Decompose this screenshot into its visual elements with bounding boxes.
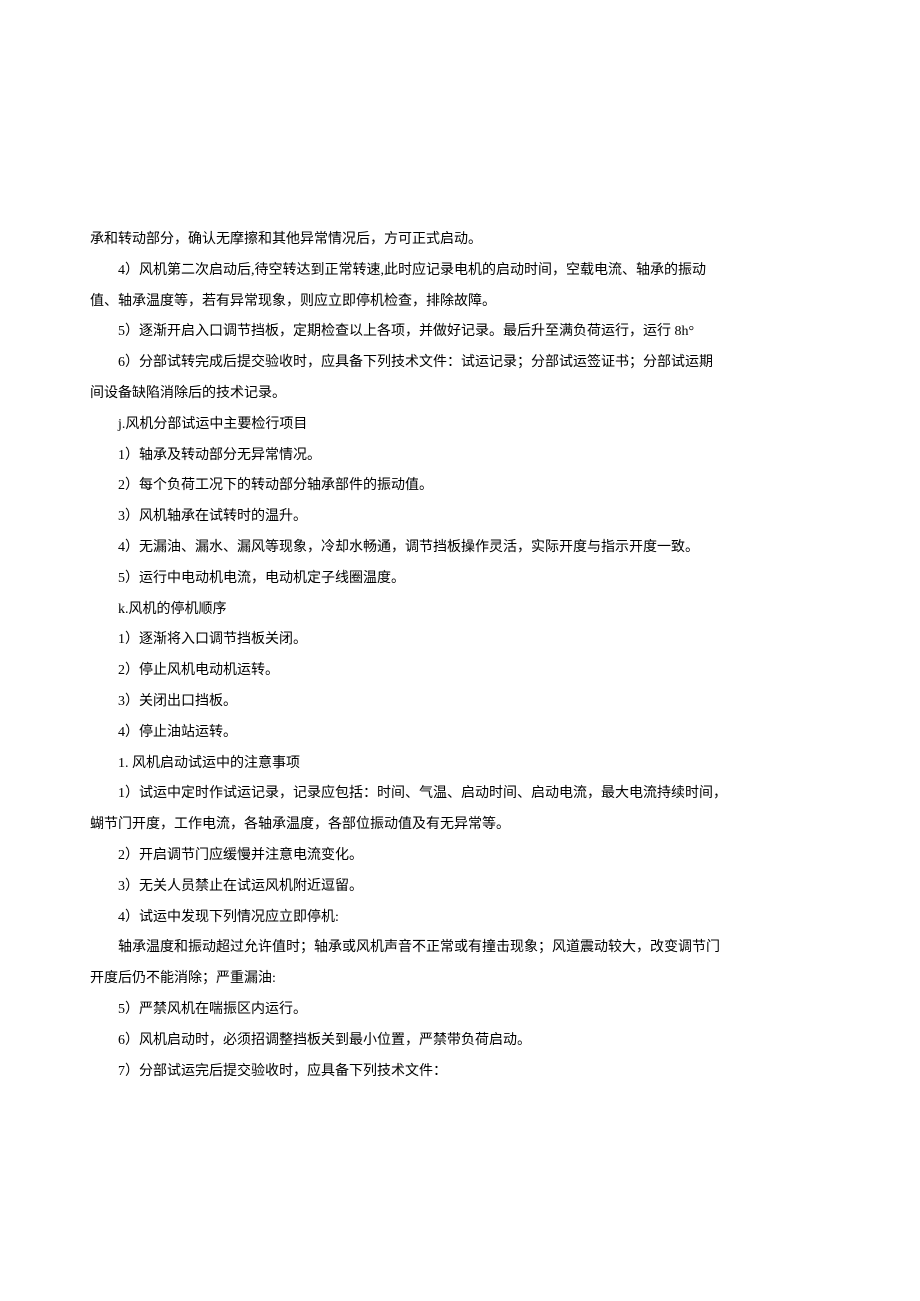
paragraph-line: 值、轴承温度等，若有异常现象，则应立即停机检查，排除故障。 [90, 287, 830, 318]
paragraph-line: 1. 风机启动试运中的注意事项 [90, 749, 830, 780]
paragraph-line: 4）风机第二次启动后,待空转达到正常转速,此时应记录电机的启动时间，空载电流、轴… [90, 256, 830, 287]
paragraph-line: k.风机的停机顺序 [90, 595, 830, 626]
paragraph-line: 6）风机启动时，必须招调整挡板关到最小位置，严禁带负荷启动。 [90, 1026, 830, 1057]
paragraph-line: 4）无漏油、漏水、漏风等现象，冷却水畅通，调节挡板操作灵活，实际开度与指示开度一… [90, 533, 830, 564]
paragraph-line: 1）轴承及转动部分无异常情况。 [90, 441, 830, 472]
paragraph-line: 2）每个负荷工况下的转动部分轴承部件的振动值。 [90, 471, 830, 502]
paragraph-line: 5）严禁风机在喘振区内运行。 [90, 995, 830, 1026]
paragraph-line: 2）开启调节门应缓慢并注意电流变化。 [90, 841, 830, 872]
paragraph-line: 4）试运中发现下列情况应立即停机: [90, 903, 830, 934]
paragraph-line: 4）停止油站运转。 [90, 718, 830, 749]
document-body: 承和转动部分，确认无摩擦和其他异常情况后，方可正式启动。 4）风机第二次启动后,… [90, 225, 830, 1087]
paragraph-line: 5）逐渐开启入口调节挡板，定期检查以上各项，并做好记录。最后升至满负荷运行，运行… [90, 317, 830, 348]
paragraph-line: 间设备缺陷消除后的技术记录。 [90, 379, 830, 410]
paragraph-line: 6）分部试转完成后提交验收时，应具备下列技术文件：试运记录；分部试运签证书；分部… [90, 348, 830, 379]
paragraph-line: 承和转动部分，确认无摩擦和其他异常情况后，方可正式启动。 [90, 225, 830, 256]
paragraph-line: 蝴节门开度，工作电流，各轴承温度，各部位振动值及有无异常等。 [90, 810, 830, 841]
paragraph-line: 7）分部试运完后提交验收时，应具备下列技术文件： [90, 1057, 830, 1088]
paragraph-line: 1）试运中定时作试运记录，记录应包括：时间、气温、启动时间、启动电流，最大电流持… [90, 779, 830, 810]
paragraph-line: 5）运行中电动机电流，电动机定子线圈温度。 [90, 564, 830, 595]
paragraph-line: 开度后仍不能消除；严重漏油: [90, 964, 830, 995]
paragraph-line: 3）风机轴承在试转时的温升。 [90, 502, 830, 533]
paragraph-line: 3）无关人员禁止在试运风机附近逗留。 [90, 872, 830, 903]
paragraph-line: j.风机分部试运中主要检行项目 [90, 410, 830, 441]
paragraph-line: 3）关闭出口挡板。 [90, 687, 830, 718]
paragraph-line: 2）停止风机电动机运转。 [90, 656, 830, 687]
paragraph-line: 1）逐渐将入口调节挡板关闭。 [90, 625, 830, 656]
paragraph-line: 轴承温度和振动超过允许值时；轴承或风机声音不正常或有撞击现象；风道震动较大，改变… [90, 933, 830, 964]
